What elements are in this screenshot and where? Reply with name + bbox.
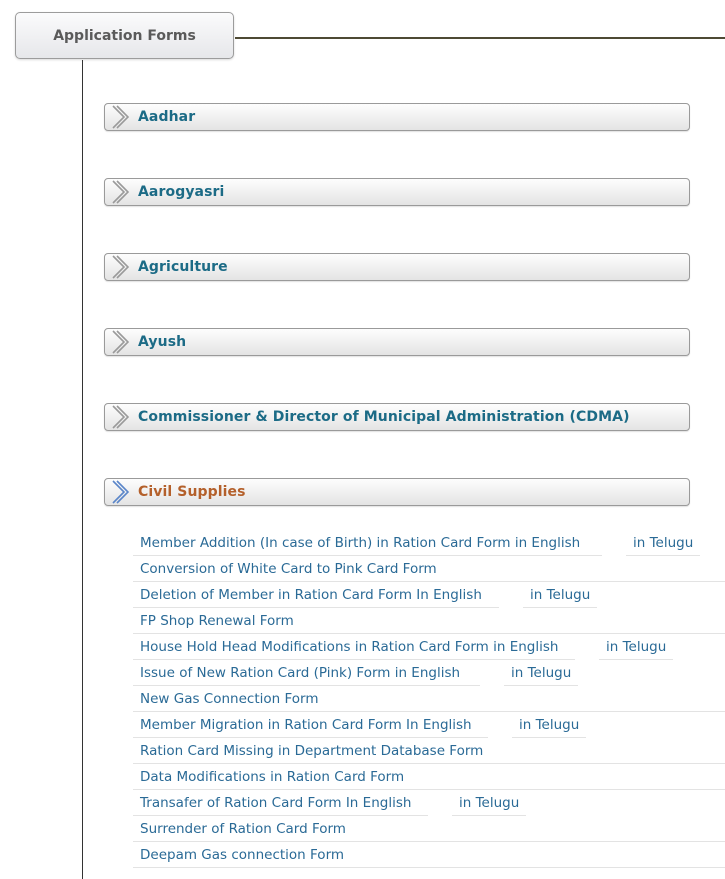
civil-supplies-forms-list: Member Addition (In case of Birth) in Ra… bbox=[133, 530, 725, 868]
form-row: House Hold Head Modifications in Ration … bbox=[133, 634, 725, 660]
form-row: New Gas Connection Form bbox=[133, 686, 725, 712]
root-title: Application Forms bbox=[53, 27, 196, 44]
form-link-english[interactable]: Deletion of Member in Ration Card Form I… bbox=[133, 582, 499, 608]
category-ayush[interactable]: Ayush bbox=[104, 328, 690, 356]
category-label: Ayush bbox=[138, 334, 187, 350]
form-link-telugu[interactable]: in Telugu bbox=[523, 582, 598, 608]
category-label: Agriculture bbox=[138, 259, 228, 275]
form-row: Deepam Gas connection Form bbox=[133, 842, 725, 868]
tree-connector-vertical bbox=[82, 60, 83, 879]
form-link-telugu[interactable]: in Telugu bbox=[452, 790, 527, 816]
category-aadhar[interactable]: Aadhar bbox=[104, 103, 690, 131]
category-civil-supplies[interactable]: Civil Supplies bbox=[104, 478, 690, 506]
form-row: FP Shop Renewal Form bbox=[133, 608, 725, 634]
form-row: Transafer of Ration Card Form In English… bbox=[133, 790, 725, 816]
double-chevron-right-icon bbox=[112, 180, 130, 204]
form-link[interactable]: Surrender of Ration Card Form bbox=[133, 816, 353, 842]
double-chevron-right-icon bbox=[112, 330, 130, 354]
form-link-telugu[interactable]: in Telugu bbox=[599, 634, 674, 660]
category-agriculture[interactable]: Agriculture bbox=[104, 253, 690, 281]
form-link[interactable]: Ration Card Missing in Department Databa… bbox=[133, 738, 490, 764]
double-chevron-right-icon bbox=[112, 255, 130, 279]
form-link-telugu[interactable]: in Telugu bbox=[504, 660, 579, 686]
tree-connector-horizontal bbox=[235, 37, 725, 39]
category-label: Commissioner & Director of Municipal Adm… bbox=[138, 409, 630, 425]
form-link[interactable]: New Gas Connection Form bbox=[133, 686, 325, 712]
form-link-english[interactable]: Member Addition (In case of Birth) in Ra… bbox=[133, 530, 602, 556]
form-row: Conversion of White Card to Pink Card Fo… bbox=[133, 556, 725, 582]
category-cdma[interactable]: Commissioner & Director of Municipal Adm… bbox=[104, 403, 690, 431]
form-row: Ration Card Missing in Department Databa… bbox=[133, 738, 725, 764]
application-forms-root[interactable]: Application Forms bbox=[15, 12, 234, 59]
double-chevron-right-icon bbox=[112, 105, 130, 129]
category-label: Civil Supplies bbox=[138, 484, 246, 500]
form-link-english[interactable]: Issue of New Ration Card (Pink) Form in … bbox=[133, 660, 480, 686]
form-link[interactable]: Data Modifications in Ration Card Form bbox=[133, 764, 411, 790]
form-link-telugu[interactable]: in Telugu bbox=[512, 712, 587, 738]
double-chevron-right-icon bbox=[112, 405, 130, 429]
form-link[interactable]: FP Shop Renewal Form bbox=[133, 608, 301, 634]
form-row: Data Modifications in Ration Card Form bbox=[133, 764, 725, 790]
form-row: Member Migration in Ration Card Form In … bbox=[133, 712, 725, 738]
category-label: Aarogyasri bbox=[138, 184, 225, 200]
form-link-english[interactable]: House Hold Head Modifications in Ration … bbox=[133, 634, 575, 660]
form-link-english[interactable]: Transafer of Ration Card Form In English bbox=[133, 790, 428, 816]
form-row: Issue of New Ration Card (Pink) Form in … bbox=[133, 660, 725, 686]
form-row: Deletion of Member in Ration Card Form I… bbox=[133, 582, 725, 608]
form-row: Surrender of Ration Card Form bbox=[133, 816, 725, 842]
form-row: Member Addition (In case of Birth) in Ra… bbox=[133, 530, 725, 556]
form-link[interactable]: Conversion of White Card to Pink Card Fo… bbox=[133, 556, 444, 582]
category-aarogyasri[interactable]: Aarogyasri bbox=[104, 178, 690, 206]
double-chevron-right-icon bbox=[112, 480, 130, 504]
form-link-english[interactable]: Member Migration in Ration Card Form In … bbox=[133, 712, 488, 738]
form-link-telugu[interactable]: in Telugu bbox=[626, 530, 701, 556]
form-link[interactable]: Deepam Gas connection Form bbox=[133, 842, 351, 868]
category-label: Aadhar bbox=[138, 109, 196, 125]
